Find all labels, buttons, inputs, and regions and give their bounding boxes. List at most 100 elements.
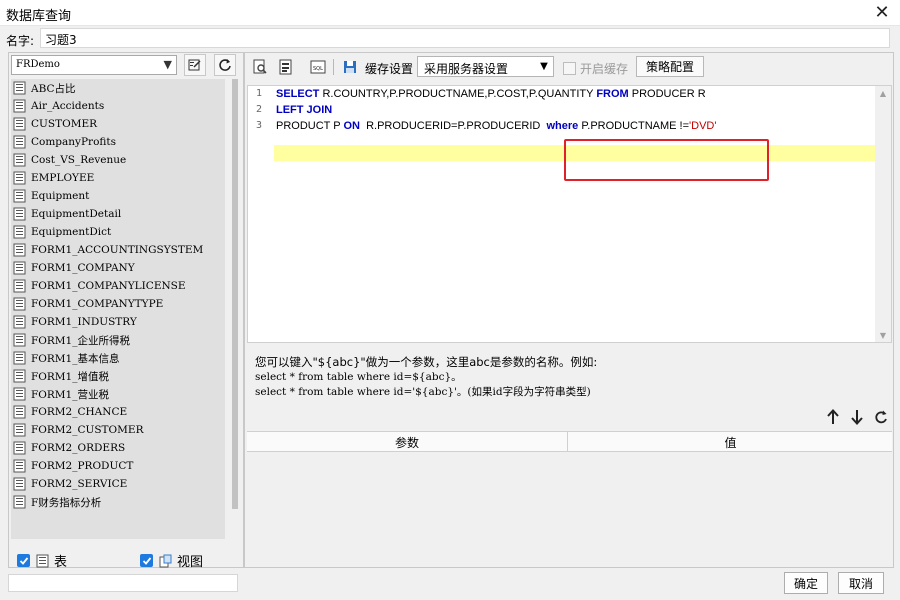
view-icon (159, 554, 172, 567)
table-list-item[interactable]: CompanyProfits (11, 133, 225, 151)
editor-scrollbar[interactable]: ▲ ▼ (875, 86, 891, 342)
table-icon (13, 495, 26, 509)
checkbox-unchecked-icon (563, 62, 576, 75)
code-line-2: LEFT JOIN (276, 102, 332, 118)
table-name: FORM2_CHANCE (31, 406, 128, 418)
move-up-button[interactable] (825, 408, 841, 426)
table-icon (13, 351, 26, 365)
column-header-parameter[interactable]: 参数 (247, 432, 568, 452)
table-list-item[interactable]: EquipmentDict (11, 223, 225, 241)
table-icon (13, 441, 26, 455)
table-list-item[interactable]: EMPLOYEE (11, 169, 225, 187)
datasource-settings-button[interactable] (184, 54, 206, 76)
preview-button[interactable] (251, 58, 269, 76)
table-name: EMPLOYEE (31, 172, 95, 184)
table-name: Equipment (31, 190, 90, 202)
table-icon (13, 225, 26, 239)
show-views-checkbox[interactable]: 视图 (140, 551, 203, 570)
table-list-item[interactable]: EquipmentDetail (11, 205, 225, 223)
table-list-item[interactable]: Equipment (11, 187, 225, 205)
table-list-item[interactable]: Air_Accidents (11, 97, 225, 115)
table-name: FORM1_增值税 (31, 370, 109, 383)
table-list-item[interactable]: FORM2_ORDERS (11, 439, 225, 457)
show-tables-checkbox[interactable]: 表 (17, 551, 67, 570)
table-icon (13, 243, 26, 257)
sql-editor[interactable]: 1 2 3 SELECT R.COUNTRY,P.PRODUCTNAME,P.C… (247, 85, 892, 343)
table-icon (13, 81, 26, 95)
hint-line-3: select * from table where id='${abc}'。(如… (255, 386, 591, 398)
toolbar-divider (333, 59, 334, 75)
table-icon (36, 554, 49, 567)
table-list-item[interactable]: FORM1_COMPANYTYPE (11, 295, 225, 313)
name-input[interactable]: 习题3 (40, 28, 890, 48)
table-icon (13, 333, 26, 347)
dialog-body: 名字: 习题3 FRDemo ▼ ABC占比 Air_Accidents CUSTO… (0, 26, 900, 600)
table-list-item[interactable]: FORM1_INDUSTRY (11, 313, 225, 331)
scrollbar-thumb[interactable] (232, 79, 238, 509)
strategy-config-button[interactable]: 策略配置 (636, 56, 704, 77)
table-name: FORM1_COMPANYTYPE (31, 298, 164, 310)
cache-mode-value: 采用服务器设置 (424, 62, 509, 76)
line-number: 2 (256, 104, 263, 115)
table-name: FORM1_营业税 (31, 388, 109, 401)
arrow-down-icon (851, 410, 863, 425)
table-icon (13, 207, 26, 221)
enable-cache-checkbox[interactable]: 开启缓存 (563, 60, 628, 77)
cache-settings-button[interactable] (341, 58, 359, 76)
table-icon (13, 315, 26, 329)
show-views-label: 视图 (177, 555, 204, 570)
table-icon (13, 297, 26, 311)
table-list-item[interactable]: FORM2_CUSTOMER (11, 421, 225, 439)
window-title: 数据库查询 (6, 9, 72, 24)
table-list-item[interactable]: FORM1_营业税 (11, 385, 225, 403)
move-down-button[interactable] (849, 408, 865, 426)
edit-connection-icon (188, 59, 201, 71)
line-number-gutter: 1 2 3 (248, 86, 272, 342)
annotation-highlight-box (564, 139, 769, 181)
table-icon (13, 261, 26, 275)
scroll-down-icon[interactable]: ▼ (875, 328, 891, 342)
svg-text:SQL: SQL (313, 66, 323, 72)
table-name: F财务指标分析 (31, 496, 102, 509)
refresh-icon (875, 410, 887, 424)
table-list-item[interactable]: Cost_VS_Revenue (11, 151, 225, 169)
table-name: FORM2_ORDERS (31, 442, 126, 454)
table-name: FORM1_企业所得税 (31, 334, 130, 347)
table-list-item[interactable]: FORM2_CHANCE (11, 403, 225, 421)
table-list-item[interactable]: FORM1_COMPANY (11, 259, 225, 277)
column-header-value[interactable]: 值 (569, 432, 892, 452)
sql-keyword: LEFT JOIN (276, 104, 333, 116)
refresh-button[interactable] (214, 54, 236, 76)
ok-button[interactable]: 确定 (784, 572, 828, 594)
table-list-item[interactable]: FORM1_ACCOUNTINGSYSTEM (11, 241, 225, 259)
table-list-scrollbar[interactable] (229, 79, 241, 539)
scroll-up-icon[interactable]: ▲ (875, 86, 891, 100)
table-list-item[interactable]: FORM1_基本信息 (11, 349, 225, 367)
table-name: FORM1_COMPANYLICENSE (31, 280, 186, 292)
sql-text: R.COUNTRY,P.PRODUCTNAME,P.COST,P.QUANTIT… (319, 88, 597, 100)
chevron-down-icon: ▼ (540, 61, 548, 72)
sql-string-literal: 'DVD' (689, 120, 717, 132)
table-list-item[interactable]: F财务指标分析 (11, 493, 225, 511)
table-list-item[interactable]: FORM1_COMPANYLICENSE (11, 277, 225, 295)
close-icon[interactable]: ✕ (872, 2, 892, 23)
refresh-params-button[interactable] (873, 408, 889, 426)
sql-keyword: SELECT (276, 88, 320, 100)
table-search-input[interactable] (8, 574, 238, 592)
name-label: 名字: (6, 34, 35, 48)
cache-mode-select[interactable]: 采用服务器设置 ▼ (417, 56, 554, 77)
table-list-item[interactable]: FORM2_SERVICE (11, 475, 225, 493)
sql-file-button[interactable] (277, 58, 295, 76)
datasource-select[interactable]: FRDemo ▼ (11, 55, 177, 75)
table-icon (13, 387, 26, 401)
format-sql-button[interactable]: SQL (309, 58, 327, 76)
table-list-item[interactable]: ABC占比 (11, 79, 225, 97)
line-number: 3 (256, 120, 263, 131)
table-name: FORM1_基本信息 (31, 352, 120, 365)
table-list-item[interactable]: FORM1_企业所得税 (11, 331, 225, 349)
table-list-item[interactable]: FORM2_PRODUCT (11, 457, 225, 475)
table-list-item[interactable]: FORM1_增值税 (11, 367, 225, 385)
sql-text: R.PRODUCERID=P.PRODUCERID (359, 120, 547, 132)
table-list-item[interactable]: CUSTOMER (11, 115, 225, 133)
cancel-button[interactable]: 取消 (838, 572, 884, 594)
